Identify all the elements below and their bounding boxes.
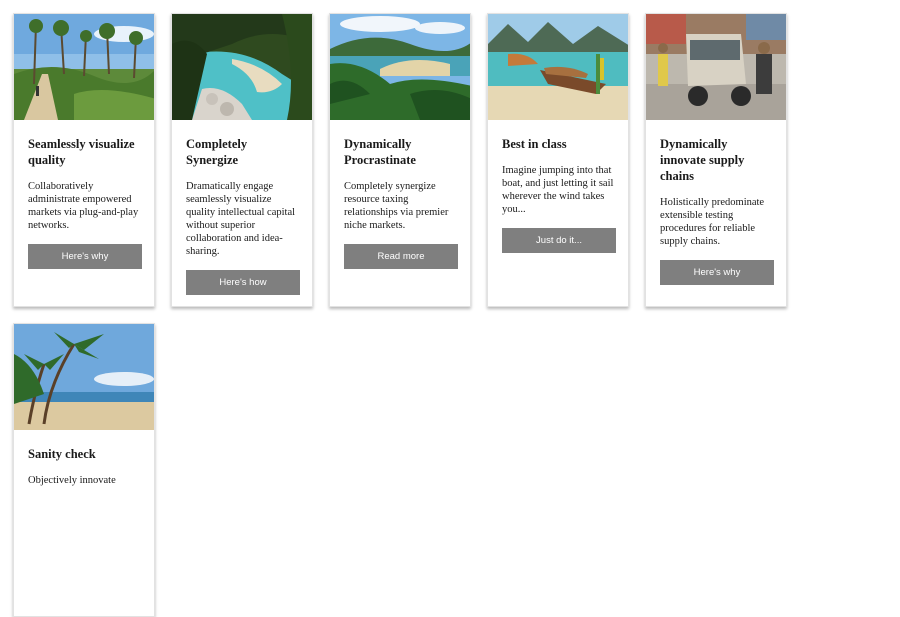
card-text: Objectively innovate xyxy=(28,475,116,486)
card-title: Completely Synergize xyxy=(186,137,248,167)
heres-how-button[interactable]: Here's how xyxy=(186,270,300,295)
read-more-button[interactable]: Read more xyxy=(344,244,458,269)
card-title: Sanity check xyxy=(28,447,96,461)
card-title: Best in class xyxy=(502,137,567,151)
card-title: Dynamically innovate supply chains xyxy=(660,137,745,183)
card-5: Dynamically innovate supply chains Holis… xyxy=(645,13,787,307)
card-3: Dynamically Procrastinate Completely syn… xyxy=(329,13,471,307)
palm-beach-photo xyxy=(14,324,154,430)
card-title: Seamlessly visualize quality xyxy=(28,137,135,167)
heres-why-button[interactable]: Here's why xyxy=(660,260,774,285)
turquoise-cove-photo xyxy=(172,14,312,120)
card-text: Dramatically engage seamlessly visualize… xyxy=(186,181,296,257)
card-text: Completely synergize resource taxing rel… xyxy=(344,181,449,231)
card-grid: Seamlessly visualize quality Collaborati… xyxy=(0,0,900,617)
longtail-boat-photo xyxy=(488,14,628,120)
card-text: Collaboratively administrate empowered m… xyxy=(28,181,139,231)
tuk-tuk-street-photo xyxy=(646,14,786,120)
beach-path-palms-photo xyxy=(14,14,154,120)
card-2: Completely Synergize Dramatically engage… xyxy=(171,13,313,307)
card-title: Dynamically Procrastinate xyxy=(344,137,416,167)
card-4: Best in class Imagine jumping into that … xyxy=(487,13,629,307)
heres-why-button[interactable]: Here's why xyxy=(28,244,142,269)
card-text: Holistically predominate extensible test… xyxy=(660,197,765,247)
jungle-beach-bay-photo xyxy=(330,14,470,120)
just-do-it-button[interactable]: Just do it... xyxy=(502,228,616,253)
card-text: Imagine jumping into that boat, and just… xyxy=(502,165,614,215)
card-1: Seamlessly visualize quality Collaborati… xyxy=(13,13,155,307)
card-6: Sanity check Objectively innovate xyxy=(13,323,155,617)
